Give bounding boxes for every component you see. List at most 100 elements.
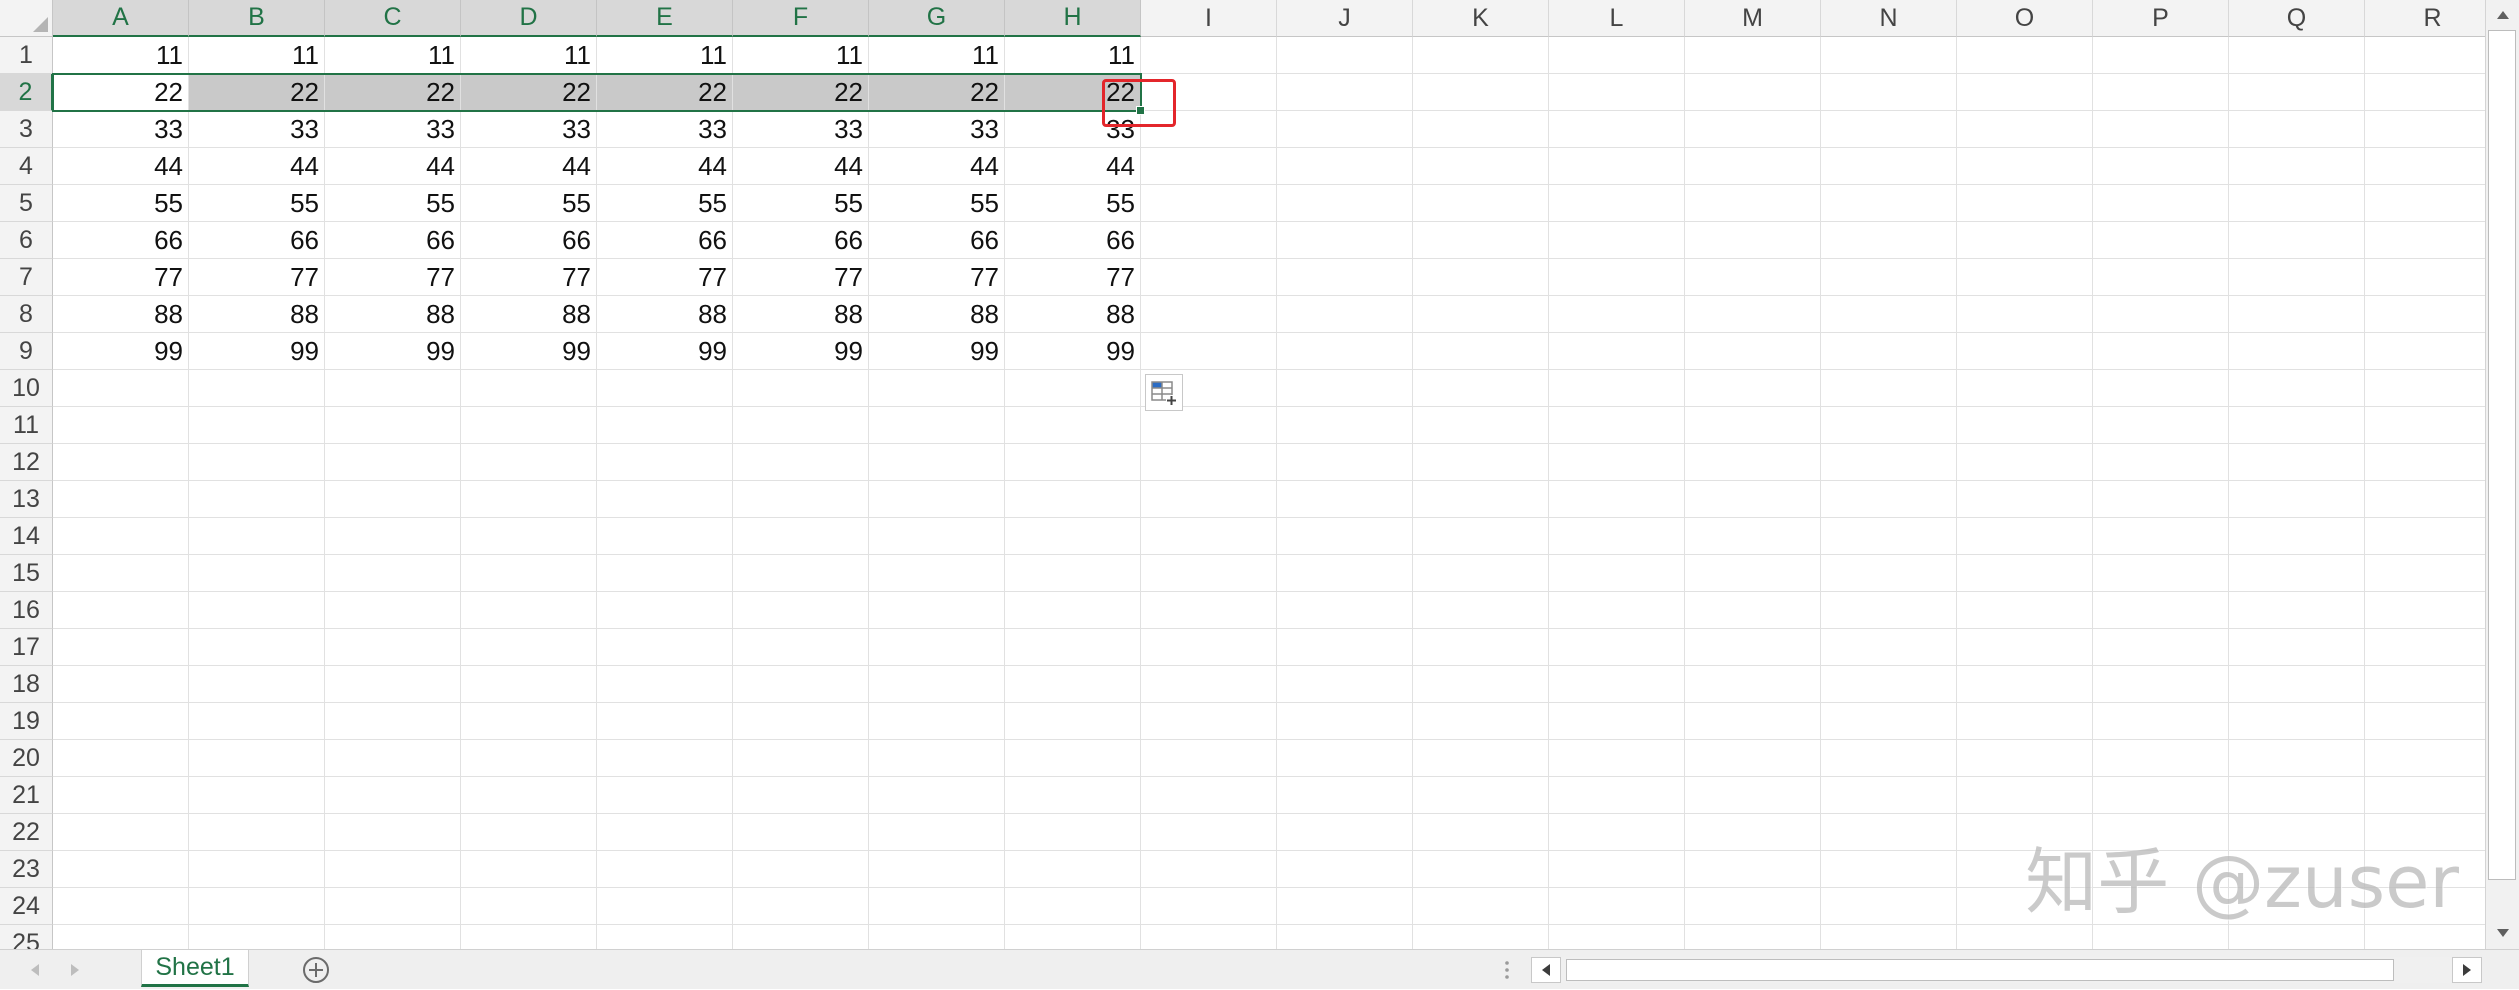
cell-p17[interactable] bbox=[2093, 629, 2229, 666]
cell-c7[interactable]: 77 bbox=[325, 259, 461, 296]
cell-n5[interactable] bbox=[1821, 185, 1957, 222]
cell-b2[interactable]: 22 bbox=[189, 74, 325, 111]
cell-d6[interactable]: 66 bbox=[461, 222, 597, 259]
cell-d7[interactable]: 77 bbox=[461, 259, 597, 296]
cell-f15[interactable] bbox=[733, 555, 869, 592]
cell-r13[interactable] bbox=[2365, 481, 2485, 518]
cell-f9[interactable]: 99 bbox=[733, 333, 869, 370]
cell-q23[interactable] bbox=[2229, 851, 2365, 888]
column-header-d[interactable]: D bbox=[461, 0, 597, 37]
cell-q4[interactable] bbox=[2229, 148, 2365, 185]
cell-a22[interactable] bbox=[53, 814, 189, 851]
cell-c2[interactable]: 22 bbox=[325, 74, 461, 111]
cell-a4[interactable]: 44 bbox=[53, 148, 189, 185]
cell-g19[interactable] bbox=[869, 703, 1005, 740]
cell-r10[interactable] bbox=[2365, 370, 2485, 407]
cell-h11[interactable] bbox=[1005, 407, 1141, 444]
cell-p16[interactable] bbox=[2093, 592, 2229, 629]
cell-q12[interactable] bbox=[2229, 444, 2365, 481]
row-header-14[interactable]: 14 bbox=[0, 518, 53, 555]
cell-b23[interactable] bbox=[189, 851, 325, 888]
scroll-right-icon[interactable] bbox=[2452, 957, 2482, 983]
cell-g13[interactable] bbox=[869, 481, 1005, 518]
cell-q25[interactable] bbox=[2229, 925, 2365, 949]
cell-k5[interactable] bbox=[1413, 185, 1549, 222]
cell-j9[interactable] bbox=[1277, 333, 1413, 370]
cell-p7[interactable] bbox=[2093, 259, 2229, 296]
cell-h23[interactable] bbox=[1005, 851, 1141, 888]
cell-k2[interactable] bbox=[1413, 74, 1549, 111]
cell-m7[interactable] bbox=[1685, 259, 1821, 296]
cell-o3[interactable] bbox=[1957, 111, 2093, 148]
cell-k1[interactable] bbox=[1413, 37, 1549, 74]
cell-k17[interactable] bbox=[1413, 629, 1549, 666]
cell-h12[interactable] bbox=[1005, 444, 1141, 481]
cell-k10[interactable] bbox=[1413, 370, 1549, 407]
cell-f13[interactable] bbox=[733, 481, 869, 518]
cell-q11[interactable] bbox=[2229, 407, 2365, 444]
cell-p21[interactable] bbox=[2093, 777, 2229, 814]
cell-m6[interactable] bbox=[1685, 222, 1821, 259]
cell-f10[interactable] bbox=[733, 370, 869, 407]
cell-r8[interactable] bbox=[2365, 296, 2485, 333]
cell-a1[interactable]: 11 bbox=[53, 37, 189, 74]
cell-n11[interactable] bbox=[1821, 407, 1957, 444]
cell-g11[interactable] bbox=[869, 407, 1005, 444]
cell-n12[interactable] bbox=[1821, 444, 1957, 481]
cell-i5[interactable] bbox=[1141, 185, 1277, 222]
cell-q10[interactable] bbox=[2229, 370, 2365, 407]
row-header-21[interactable]: 21 bbox=[0, 777, 53, 814]
cell-i17[interactable] bbox=[1141, 629, 1277, 666]
cell-n4[interactable] bbox=[1821, 148, 1957, 185]
cell-m20[interactable] bbox=[1685, 740, 1821, 777]
cell-f18[interactable] bbox=[733, 666, 869, 703]
cell-n19[interactable] bbox=[1821, 703, 1957, 740]
cell-a5[interactable]: 55 bbox=[53, 185, 189, 222]
cell-j17[interactable] bbox=[1277, 629, 1413, 666]
cell-f2[interactable]: 22 bbox=[733, 74, 869, 111]
cell-o16[interactable] bbox=[1957, 592, 2093, 629]
row-header-6[interactable]: 6 bbox=[0, 222, 53, 259]
cell-j6[interactable] bbox=[1277, 222, 1413, 259]
cell-f5[interactable]: 55 bbox=[733, 185, 869, 222]
cell-d10[interactable] bbox=[461, 370, 597, 407]
cell-r16[interactable] bbox=[2365, 592, 2485, 629]
row-header-9[interactable]: 9 bbox=[0, 333, 53, 370]
column-header-g[interactable]: G bbox=[869, 0, 1005, 37]
cell-p20[interactable] bbox=[2093, 740, 2229, 777]
cell-f11[interactable] bbox=[733, 407, 869, 444]
cell-h21[interactable] bbox=[1005, 777, 1141, 814]
cell-c24[interactable] bbox=[325, 888, 461, 925]
cell-h16[interactable] bbox=[1005, 592, 1141, 629]
cell-d11[interactable] bbox=[461, 407, 597, 444]
cell-k7[interactable] bbox=[1413, 259, 1549, 296]
cell-o14[interactable] bbox=[1957, 518, 2093, 555]
cell-q19[interactable] bbox=[2229, 703, 2365, 740]
scroll-down-icon[interactable] bbox=[2486, 920, 2519, 946]
cell-g15[interactable] bbox=[869, 555, 1005, 592]
cell-c6[interactable]: 66 bbox=[325, 222, 461, 259]
cell-b8[interactable]: 88 bbox=[189, 296, 325, 333]
tab-split-handle[interactable] bbox=[1500, 959, 1514, 981]
cell-i23[interactable] bbox=[1141, 851, 1277, 888]
cell-i7[interactable] bbox=[1141, 259, 1277, 296]
cell-h7[interactable]: 77 bbox=[1005, 259, 1141, 296]
cell-m15[interactable] bbox=[1685, 555, 1821, 592]
cell-j23[interactable] bbox=[1277, 851, 1413, 888]
cell-q18[interactable] bbox=[2229, 666, 2365, 703]
cell-j7[interactable] bbox=[1277, 259, 1413, 296]
cell-o6[interactable] bbox=[1957, 222, 2093, 259]
row-header-15[interactable]: 15 bbox=[0, 555, 53, 592]
cell-n24[interactable] bbox=[1821, 888, 1957, 925]
cell-j13[interactable] bbox=[1277, 481, 1413, 518]
cell-d24[interactable] bbox=[461, 888, 597, 925]
cell-j4[interactable] bbox=[1277, 148, 1413, 185]
cell-k13[interactable] bbox=[1413, 481, 1549, 518]
vertical-scroll-thumb[interactable] bbox=[2488, 30, 2516, 880]
row-header-7[interactable]: 7 bbox=[0, 259, 53, 296]
cell-m12[interactable] bbox=[1685, 444, 1821, 481]
cell-k3[interactable] bbox=[1413, 111, 1549, 148]
cell-o20[interactable] bbox=[1957, 740, 2093, 777]
cell-p4[interactable] bbox=[2093, 148, 2229, 185]
row-header-18[interactable]: 18 bbox=[0, 666, 53, 703]
